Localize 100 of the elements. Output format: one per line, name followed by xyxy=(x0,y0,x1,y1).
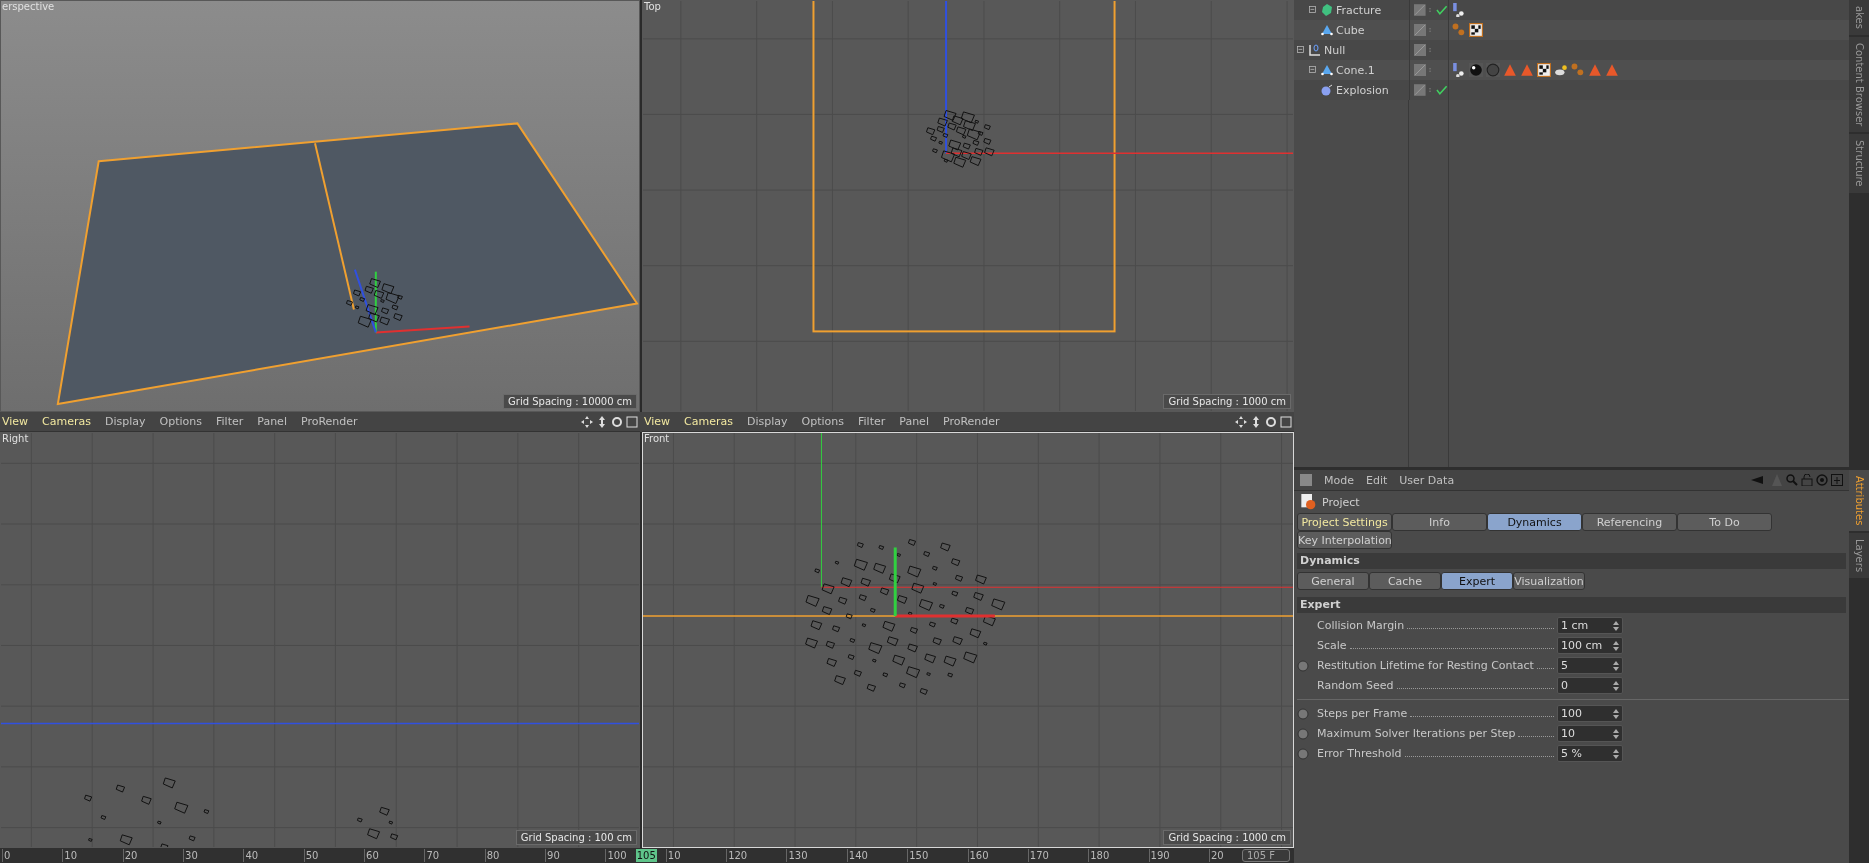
number-field[interactable]: 0 xyxy=(1557,677,1623,694)
tab[interactable]: Info xyxy=(1392,513,1487,531)
object-name[interactable]: Cube xyxy=(1336,23,1365,37)
tab[interactable]: Visualization xyxy=(1513,572,1585,590)
side-tab[interactable]: Attributes xyxy=(1849,470,1869,532)
checkmark-icon[interactable] xyxy=(1436,4,1448,16)
parameter-label: Error Threshold xyxy=(1317,747,1557,760)
collapse-icon[interactable] xyxy=(1309,65,1318,75)
viewport-menu-item[interactable]: View xyxy=(2,415,29,428)
viewport-menu-item[interactable]: ProRender xyxy=(300,415,358,428)
menu-item[interactable]: Edit xyxy=(1366,473,1388,487)
section-header: Dynamics xyxy=(1297,553,1846,569)
side-tab[interactable]: Content Browser xyxy=(1849,36,1869,133)
search-icon[interactable] xyxy=(1786,474,1798,486)
viewport-menu-item[interactable]: Options xyxy=(159,415,202,428)
viewport-menu-item[interactable]: View xyxy=(644,415,671,428)
arrows-icon[interactable] xyxy=(596,415,608,428)
parameter-label: Collision Margin xyxy=(1317,619,1557,632)
viewport-menu-item[interactable]: Panel xyxy=(899,415,929,428)
arrows-icon[interactable] xyxy=(1250,415,1262,428)
rotate-icon[interactable] xyxy=(611,415,623,428)
move-icon[interactable] xyxy=(1235,415,1247,428)
triangle-tag-icon xyxy=(1503,63,1517,77)
maximize-icon[interactable] xyxy=(626,415,638,428)
object-title: Project xyxy=(1322,495,1360,509)
parameter-label: Scale xyxy=(1317,639,1557,652)
number-field[interactable]: 10 xyxy=(1557,725,1623,742)
menu-item[interactable]: Mode xyxy=(1324,473,1354,487)
viewport-menu-item[interactable]: ProRender xyxy=(942,415,1000,428)
frame-tick-label: 120 xyxy=(726,849,787,862)
tab[interactable]: Referencing xyxy=(1582,513,1677,531)
viewport-menu-item[interactable]: Display xyxy=(747,415,788,428)
number-field[interactable]: 1 cm xyxy=(1557,617,1623,634)
material-sphere-icon xyxy=(1469,63,1483,77)
number-field[interactable]: 100 cm xyxy=(1557,637,1623,654)
collapse-icon[interactable] xyxy=(1297,45,1306,55)
viewport-menu-item[interactable]: Display xyxy=(105,415,146,428)
tab[interactable]: To Do xyxy=(1677,513,1772,531)
bomb-icon xyxy=(1321,84,1333,96)
object-name[interactable]: Fracture xyxy=(1336,3,1382,17)
number-field[interactable]: 5 xyxy=(1557,657,1623,674)
new-window-icon[interactable] xyxy=(1831,474,1843,486)
viewport-menu-item[interactable]: Cameras xyxy=(42,415,91,428)
checkmark-icon[interactable] xyxy=(1436,84,1448,96)
viewport-label: Right xyxy=(2,433,29,444)
viewport-menu-item[interactable]: Cameras xyxy=(684,415,733,428)
animation-radio-icon[interactable] xyxy=(1297,659,1309,672)
grid-spacing-label: Grid Spacing : 1000 cm xyxy=(1163,830,1291,845)
spinner-arrows-icon[interactable] xyxy=(1613,620,1619,631)
viewport-menu-item[interactable]: Filter xyxy=(858,415,886,428)
frame-tick-label: 180 xyxy=(1088,849,1149,862)
layer-toggle-icon[interactable] xyxy=(1414,44,1426,56)
frame-tick-label: 170 xyxy=(1027,849,1089,862)
spinner-arrows-icon[interactable] xyxy=(1613,660,1619,671)
dynamics-tag-icon xyxy=(1452,3,1466,17)
frame-tick-label: 190 xyxy=(1148,849,1209,862)
parameter-label: Steps per Frame xyxy=(1317,707,1557,720)
particles-tag-icon xyxy=(1571,63,1585,77)
move-icon[interactable] xyxy=(581,415,593,428)
collapse-icon[interactable] xyxy=(1309,5,1318,15)
object-name[interactable]: Null xyxy=(1324,43,1346,57)
spinner-arrows-icon[interactable] xyxy=(1613,680,1619,691)
number-field[interactable]: 5 % xyxy=(1557,745,1623,762)
animation-radio-icon[interactable] xyxy=(1297,727,1309,740)
viewport-menu-item[interactable]: Panel xyxy=(257,415,287,428)
menu-item[interactable]: User Data xyxy=(1399,473,1455,487)
side-tab[interactable]: Structure xyxy=(1849,134,1869,193)
side-tab[interactable]: akes xyxy=(1849,0,1869,35)
target-icon[interactable] xyxy=(1816,474,1828,486)
checker-tag-icon xyxy=(1469,23,1483,37)
parameter-label: Restitution Lifetime for Resting Contact xyxy=(1317,659,1557,672)
viewport-menu-item[interactable]: Options xyxy=(801,415,844,428)
frame-field[interactable]: 105 F xyxy=(1241,849,1290,862)
spinner-arrows-icon[interactable] xyxy=(1613,728,1619,739)
layer-toggle-icon[interactable] xyxy=(1414,24,1426,36)
spinner-arrows-icon[interactable] xyxy=(1613,748,1619,759)
number-field[interactable]: 100 xyxy=(1557,705,1623,722)
layer-toggle-icon[interactable] xyxy=(1414,64,1426,76)
spinner-arrows-icon[interactable] xyxy=(1613,708,1619,719)
tab[interactable]: Project Settings xyxy=(1297,513,1392,531)
layer-toggle-icon[interactable] xyxy=(1414,4,1426,16)
tab[interactable]: Expert xyxy=(1441,572,1513,590)
frame-tick-label: 0 xyxy=(2,849,63,862)
animation-radio-icon[interactable] xyxy=(1297,707,1309,720)
rotate-icon[interactable] xyxy=(1265,415,1277,428)
tab[interactable]: Cache xyxy=(1369,572,1441,590)
current-frame-marker[interactable]: 105 xyxy=(635,849,657,862)
viewport-menu-item[interactable]: Filter xyxy=(216,415,244,428)
lock-icon[interactable] xyxy=(1801,474,1813,486)
tab[interactable]: General xyxy=(1297,572,1369,590)
tab[interactable]: Key Interpolation xyxy=(1297,531,1392,549)
side-tab[interactable]: Layers xyxy=(1849,533,1869,579)
object-name[interactable]: Explosion xyxy=(1336,83,1389,97)
spinner-arrows-icon[interactable] xyxy=(1613,640,1619,651)
tab[interactable]: Dynamics xyxy=(1487,513,1582,531)
animation-radio-icon[interactable] xyxy=(1297,747,1309,760)
layer-toggle-icon[interactable] xyxy=(1414,84,1426,96)
viewport-label: Top xyxy=(644,1,661,12)
object-name[interactable]: Cone.1 xyxy=(1336,63,1375,77)
maximize-icon[interactable] xyxy=(1280,415,1292,428)
